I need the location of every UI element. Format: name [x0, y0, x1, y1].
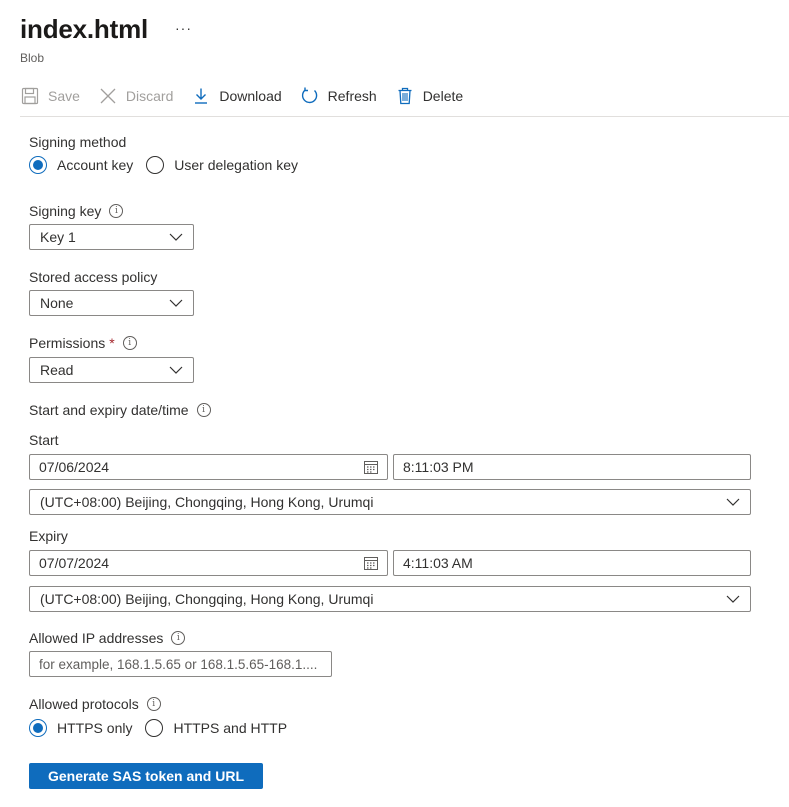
toolbar: Save Discard Download Refresh Delete	[20, 84, 481, 108]
toolbar-divider	[20, 116, 789, 117]
discard-icon	[98, 86, 118, 106]
chevron-down-icon	[169, 233, 183, 241]
download-icon	[191, 86, 211, 106]
datetime-label: Start and expiry date/time i	[29, 402, 211, 418]
start-time-input[interactable]: 8:11:03 PM	[393, 454, 751, 480]
stored-access-policy-dropdown[interactable]: None	[29, 290, 194, 316]
radio-user-delegation-key[interactable]: User delegation key	[146, 156, 298, 174]
radio-user-delegation-key-control[interactable]	[146, 156, 165, 174]
info-icon[interactable]: i	[171, 631, 186, 645]
expiry-time-input[interactable]: 4:11:03 AM	[393, 550, 751, 576]
radio-https-and-http[interactable]: HTTPS and HTTP	[145, 719, 287, 737]
generate-sas-button[interactable]: Generate SAS token and URL	[29, 763, 263, 789]
start-date-input[interactable]: 07/06/2024	[29, 454, 388, 480]
save-icon	[20, 86, 40, 106]
save-label: Save	[48, 88, 80, 104]
delete-label: Delete	[422, 88, 464, 104]
calendar-icon[interactable]	[364, 556, 378, 570]
info-icon[interactable]: i	[109, 204, 124, 218]
stored-access-policy-label: Stored access policy	[29, 269, 158, 285]
permissions-dropdown[interactable]: Read	[29, 357, 194, 383]
discard-label: Discard	[125, 88, 174, 104]
radio-https-and-http-control[interactable]	[145, 719, 164, 737]
chevron-down-icon	[169, 299, 183, 307]
refresh-label: Refresh	[327, 88, 377, 104]
more-options-button[interactable]: ···	[175, 20, 192, 36]
download-button[interactable]: Download	[191, 84, 282, 108]
info-icon[interactable]: i	[122, 336, 137, 350]
expiry-date-input[interactable]: 07/07/2024	[29, 550, 388, 576]
signing-key-dropdown[interactable]: Key 1	[29, 224, 194, 250]
signing-method-label: Signing method	[29, 134, 127, 150]
allowed-protocols-label: Allowed protocols i	[29, 696, 161, 712]
info-icon[interactable]: i	[196, 403, 211, 417]
allowed-ip-input[interactable]: for example, 168.1.5.65 or 168.1.5.65-16…	[29, 651, 332, 677]
required-marker: *	[109, 335, 115, 351]
signing-method-radio-group: Account key User delegation key	[29, 156, 311, 174]
start-label: Start	[29, 432, 59, 448]
page-title: index.html	[20, 14, 149, 44]
radio-https-only-control[interactable]	[29, 719, 47, 737]
info-icon[interactable]: i	[146, 697, 161, 711]
refresh-icon	[300, 86, 320, 106]
refresh-button[interactable]: Refresh	[300, 84, 377, 108]
allowed-ip-label: Allowed IP addresses i	[29, 630, 186, 646]
download-label: Download	[219, 88, 282, 104]
page-subtitle: Blob	[20, 51, 45, 65]
chevron-down-icon	[726, 498, 740, 506]
expiry-label: Expiry	[29, 528, 68, 544]
calendar-icon[interactable]	[364, 460, 378, 474]
radio-account-key[interactable]: Account key	[29, 156, 133, 174]
radio-https-only[interactable]: HTTPS only	[29, 719, 132, 737]
discard-button[interactable]: Discard	[98, 84, 173, 108]
save-button[interactable]: Save	[20, 84, 80, 108]
expiry-timezone-dropdown[interactable]: (UTC+08:00) Beijing, Chongqing, Hong Kon…	[29, 586, 751, 612]
delete-button[interactable]: Delete	[395, 84, 463, 108]
signing-key-label: Signing key i	[29, 203, 124, 219]
permissions-label: Permissions * i	[29, 335, 137, 351]
chevron-down-icon	[169, 366, 183, 374]
delete-icon	[395, 86, 415, 106]
allowed-protocols-radio-group: HTTPS only HTTPS and HTTP	[29, 719, 300, 737]
chevron-down-icon	[726, 595, 740, 603]
start-timezone-dropdown[interactable]: (UTC+08:00) Beijing, Chongqing, Hong Kon…	[29, 489, 751, 515]
radio-account-key-control[interactable]	[29, 156, 47, 174]
